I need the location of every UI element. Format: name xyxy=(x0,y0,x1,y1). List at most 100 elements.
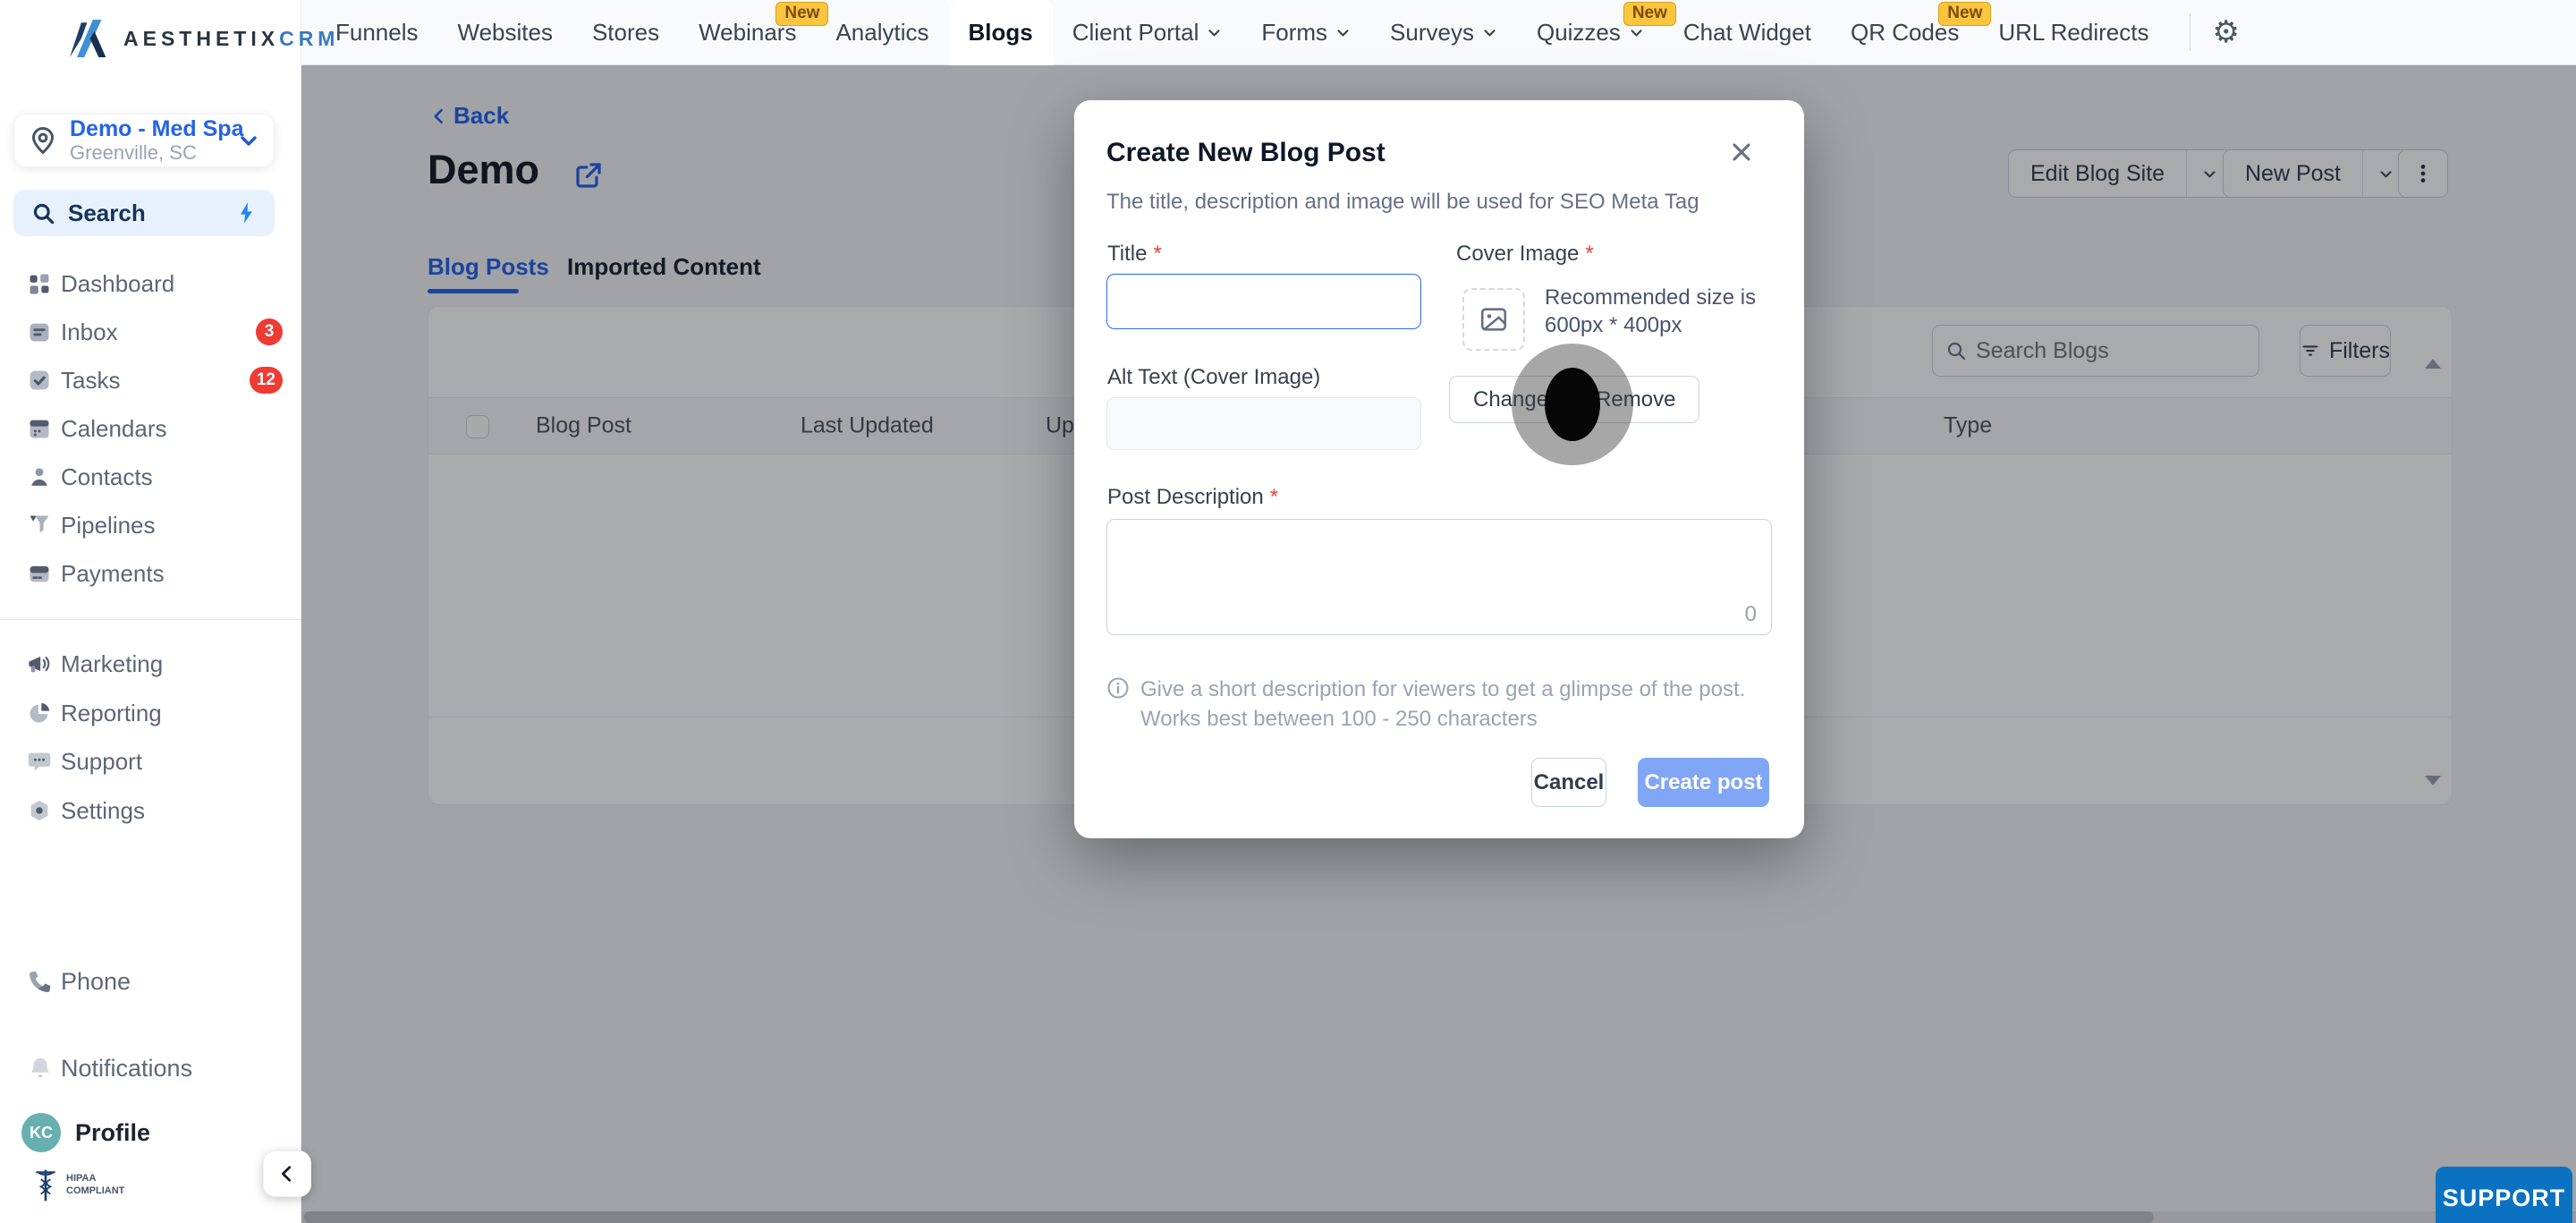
chevron-down-icon xyxy=(1208,29,1220,36)
nav-label: Analytics xyxy=(835,18,929,46)
title-input[interactable] xyxy=(1106,274,1421,329)
settings-icon xyxy=(30,800,48,821)
sidebar-collapse-button[interactable] xyxy=(263,1151,311,1197)
nav-item-url-redirects[interactable]: URL Redirects xyxy=(1979,0,2168,65)
nav-item-surveys[interactable]: Surveys xyxy=(1370,0,1517,65)
sidebar-item-contacts[interactable]: Contacts xyxy=(0,453,301,501)
chevron-left-icon xyxy=(282,1166,292,1182)
sidebar-item-tasks[interactable]: Tasks 12 xyxy=(0,356,301,404)
search-icon xyxy=(33,203,55,224)
nav-item-quizzes[interactable]: Quizzes New xyxy=(1517,0,1676,65)
nav-label: Client Portal xyxy=(1072,18,1199,46)
nav-label: Blogs xyxy=(968,18,1033,46)
nav-item-analytics[interactable]: Analytics xyxy=(816,0,948,65)
nav-item-forms[interactable]: Forms xyxy=(1241,0,1370,65)
sidebar-item-payments[interactable]: Payments xyxy=(0,549,301,598)
sidebar-item-inbox[interactable]: Inbox 3 xyxy=(0,308,301,356)
tasks-count-badge: 12 xyxy=(249,367,283,394)
sidebar-item-label: Profile xyxy=(75,1118,151,1146)
nav-label: Stores xyxy=(591,18,660,46)
nav-item-blogs[interactable]: Blogs xyxy=(948,0,1053,65)
hipaa-compliant-badge: HIPAA COMPLIANT xyxy=(32,1168,129,1203)
post-description-label: Post Description xyxy=(1107,485,1264,509)
cover-image-hint: Recommended size is 600px * 400px xyxy=(1545,284,1777,339)
sidebar-item-label: Pipelines xyxy=(61,511,156,539)
brand-mark-icon xyxy=(70,20,106,57)
sidebar-search[interactable]: Search xyxy=(13,190,275,236)
sidebar-search-label: Search xyxy=(68,199,146,226)
gear-icon[interactable]: ⚙ xyxy=(2212,14,2239,50)
required-asterisk: * xyxy=(1585,242,1594,266)
chevron-down-icon xyxy=(1337,29,1349,36)
create-post-button[interactable]: Create post xyxy=(1638,758,1769,807)
sidebar-item-label: Notifications xyxy=(61,1054,193,1082)
sidebar-item-label: Settings xyxy=(61,796,145,824)
nav-item-webinars[interactable]: Webinars New xyxy=(679,0,829,65)
sidebar-item-label: Reporting xyxy=(61,699,162,726)
sidebar-item-pipelines[interactable]: Pipelines xyxy=(0,501,301,549)
map-pin-icon xyxy=(31,127,55,155)
nav-item-websites[interactable]: Websites xyxy=(438,0,572,65)
inbox-count-badge: 3 xyxy=(256,318,283,345)
required-asterisk: * xyxy=(1153,242,1162,266)
nav-item-qr-codes[interactable]: QR Codes New xyxy=(1831,0,1992,65)
avatar: KC xyxy=(21,1113,61,1152)
title-label: Title xyxy=(1107,242,1148,266)
nav-label: Forms xyxy=(1261,18,1328,46)
sidebar-item-label: Contacts xyxy=(61,463,153,490)
recommended-size-line1: Recommended size is xyxy=(1545,285,1757,310)
post-description-box: 0 xyxy=(1106,519,1772,635)
lightning-bolt-icon xyxy=(240,202,252,224)
location-switcher[interactable]: Demo - Med Spa Greenville, SC xyxy=(13,114,275,167)
location-city: Greenville, SC xyxy=(70,141,197,165)
cursor-pointer-indicator xyxy=(1545,368,1600,441)
info-icon xyxy=(1107,677,1129,699)
sidebar-item-support[interactable]: Support xyxy=(0,737,301,786)
nav-label: Surveys xyxy=(1390,18,1474,46)
sidebar-item-label: Support xyxy=(61,747,143,775)
sidebar: AESTHETIX CRM Demo - Med Spa Greenville, … xyxy=(0,0,335,1223)
pie-chart-icon xyxy=(30,702,50,723)
nav-label: Chat Widget xyxy=(1682,18,1811,46)
nav-item-stores[interactable]: Stores xyxy=(572,0,679,65)
required-asterisk: * xyxy=(1269,485,1279,509)
close-icon[interactable] xyxy=(1727,138,1756,166)
post-description-textarea[interactable] xyxy=(1107,520,1771,634)
nav-label: URL Redirects xyxy=(1998,18,2149,46)
bell-icon xyxy=(31,1057,49,1077)
sidebar-item-label: Payments xyxy=(61,559,165,587)
sidebar-item-label: Tasks xyxy=(61,366,121,394)
support-button[interactable]: SUPPORT xyxy=(2436,1167,2572,1223)
sidebar-item-label: Dashboard xyxy=(61,269,175,297)
sidebar-item-profile[interactable]: KC Profile xyxy=(0,1111,301,1154)
nav-label: Quizzes xyxy=(1536,18,1621,46)
character-counter: 0 xyxy=(1744,602,1757,626)
sidebar-item-calendars[interactable]: Calendars xyxy=(0,404,301,453)
sidebar-item-reporting[interactable]: Reporting xyxy=(0,689,301,737)
funnel-icon xyxy=(30,515,49,533)
alt-text-input[interactable] xyxy=(1106,397,1421,450)
chevron-down-icon xyxy=(1631,29,1642,36)
contact-person-icon xyxy=(31,468,47,486)
image-icon xyxy=(1480,308,1507,331)
sidebar-item-dashboard[interactable]: Dashboard xyxy=(0,259,301,308)
chevron-down-icon xyxy=(1484,29,1496,36)
top-nav: Funnels Websites Stores Webinars New Ana… xyxy=(301,0,2576,65)
sidebar-item-label: Phone xyxy=(61,967,131,995)
sidebar-item-settings[interactable]: Settings xyxy=(0,786,301,835)
sidebar-item-phone[interactable]: Phone xyxy=(0,957,301,1006)
nav-item-chat-widget[interactable]: Chat Widget xyxy=(1664,0,1831,65)
modal-title: Create New Blog Post xyxy=(1106,138,1385,167)
sidebar-item-marketing[interactable]: Marketing xyxy=(0,640,301,688)
alt-text-label: Alt Text (Cover Image) xyxy=(1107,365,1321,389)
chat-bubble-icon xyxy=(28,752,51,771)
sidebar-item-notifications[interactable]: Notifications xyxy=(0,1044,301,1092)
modal-subtitle: The title, description and image will be… xyxy=(1106,190,1699,214)
description-helper-text: Give a short description for viewers to … xyxy=(1140,677,1746,731)
cancel-button[interactable]: Cancel xyxy=(1531,758,1606,807)
cover-image-dropzone[interactable] xyxy=(1462,288,1525,351)
credit-card-icon xyxy=(30,565,49,582)
nav-item-client-portal[interactable]: Client Portal xyxy=(1053,0,1242,65)
hipaa-label: HIPAA COMPLIANT xyxy=(66,1173,125,1196)
brand-suffix: CRM xyxy=(279,26,340,50)
